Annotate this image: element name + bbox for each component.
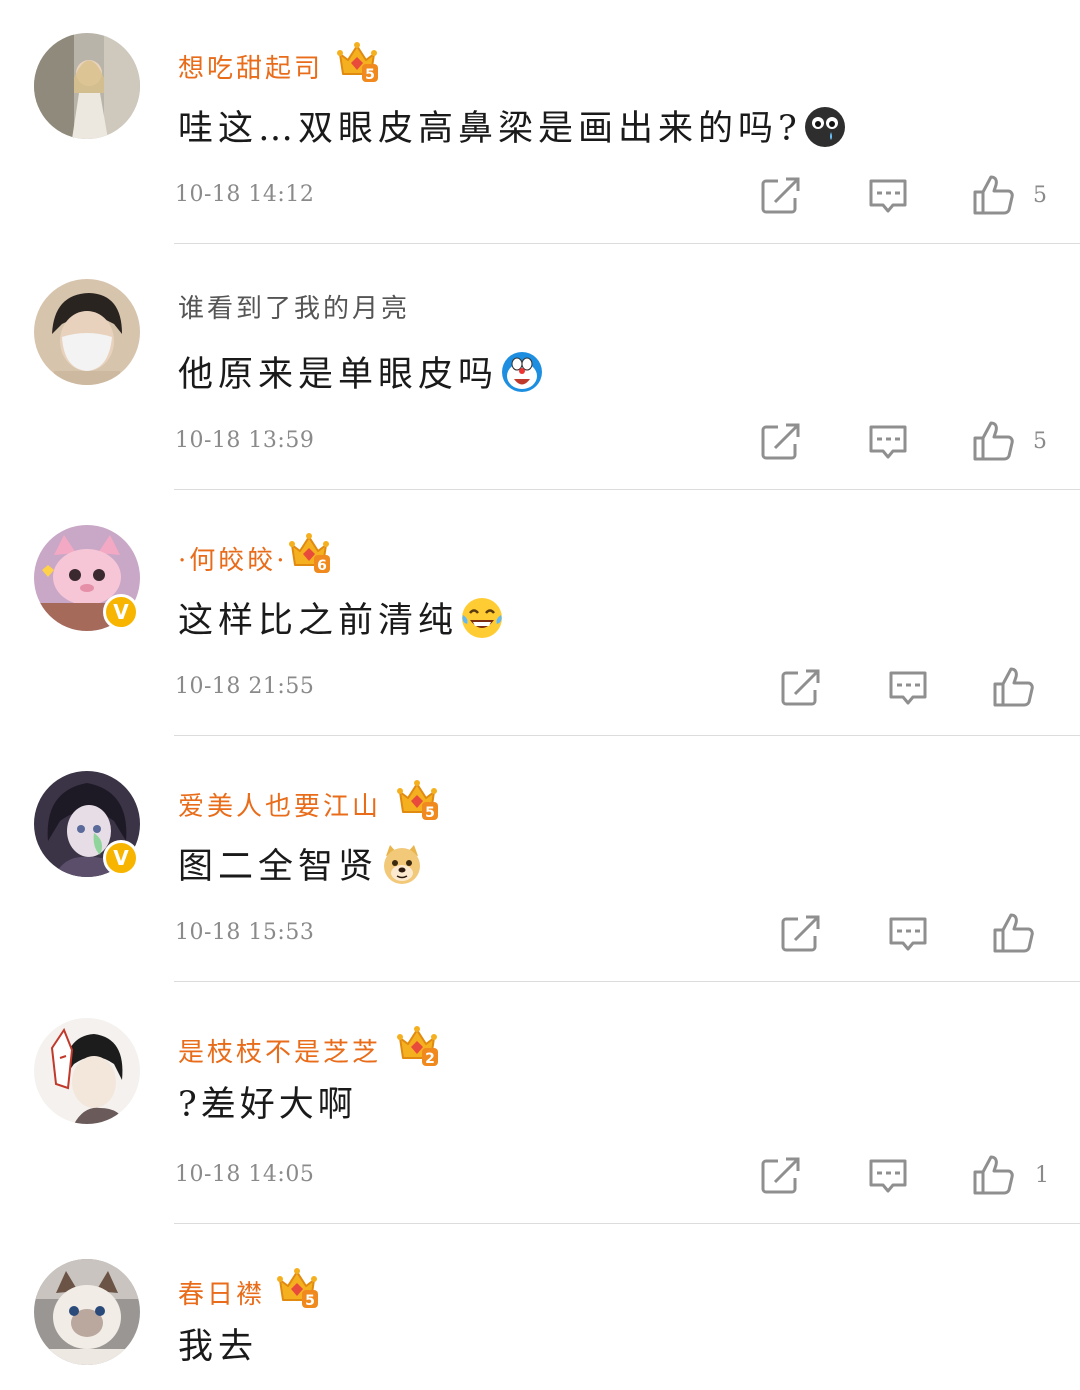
comment-text: 我去: [178, 1318, 258, 1369]
crying-face-emoji: [804, 107, 845, 147]
divider: [174, 1223, 1080, 1224]
comment-text: 图二全智贤: [178, 838, 424, 889]
timestamp: 10-18 14:12: [175, 182, 315, 207]
comment-text-content: 我去: [178, 1327, 259, 1367]
repost-icon[interactable]: [759, 1154, 803, 1198]
repost-icon[interactable]: [779, 666, 823, 710]
username[interactable]: 是枝枝不是芝芝: [178, 1032, 381, 1069]
comment-text: 哇这…双眼皮高鼻梁是画出来的吗?: [178, 100, 846, 151]
verified-badge-icon: V: [103, 840, 139, 876]
comment-text-content: ?差好大啊: [178, 1085, 357, 1125]
crown-badge-icon[interactable]: 5: [394, 776, 440, 822]
divider: [174, 243, 1080, 244]
comment-text: 他原来是单眼皮吗: [178, 346, 544, 397]
avatar[interactable]: [34, 33, 140, 139]
laughing-tears-emoji: [462, 598, 503, 638]
comment-icon[interactable]: [866, 1154, 910, 1198]
timestamp: 10-18 15:53: [175, 920, 315, 945]
comment-text-content: 他原来是单眼皮吗: [178, 355, 499, 395]
timestamp: 10-18 14:05: [175, 1162, 315, 1187]
comment-text-content: 图二全智贤: [178, 847, 379, 887]
divider: [174, 981, 1080, 982]
comment-icon[interactable]: [886, 912, 930, 956]
comment-text: ?差好大啊: [178, 1076, 357, 1127]
thumbs-up-icon[interactable]: [991, 911, 1035, 955]
timestamp: 10-18 13:59: [175, 428, 315, 453]
comment-icon[interactable]: [866, 174, 910, 218]
crown-badge-icon[interactable]: 2: [394, 1022, 440, 1068]
comment-icon[interactable]: [866, 420, 910, 464]
svg-text:2: 2: [425, 1051, 435, 1067]
divider: [174, 735, 1080, 736]
like-count: 5: [1033, 183, 1047, 208]
like-count: 5: [1033, 429, 1047, 454]
crown-badge-icon[interactable]: 5: [274, 1264, 320, 1310]
thumbs-up-icon[interactable]: [991, 665, 1035, 709]
svg-text:6: 6: [317, 558, 327, 574]
verified-badge-icon: V: [103, 594, 139, 630]
divider: [174, 489, 1080, 490]
username[interactable]: 爱美人也要江山: [178, 786, 381, 823]
svg-text:5: 5: [365, 67, 375, 83]
comment-text: 这样比之前清纯: [178, 592, 504, 643]
repost-icon[interactable]: [759, 420, 803, 464]
username[interactable]: 春日襟: [178, 1274, 265, 1311]
username[interactable]: 想吃甜起司: [178, 48, 323, 85]
username[interactable]: 谁看到了我的月亮: [178, 288, 410, 325]
avatar[interactable]: [34, 279, 140, 385]
avatar[interactable]: [34, 1018, 140, 1124]
repost-icon[interactable]: [779, 912, 823, 956]
timestamp: 10-18 21:55: [175, 674, 315, 699]
like-count: 1: [1035, 1163, 1049, 1188]
crown-badge-icon[interactable]: 6: [286, 529, 332, 575]
repost-icon[interactable]: [759, 174, 803, 218]
doraemon-emoji: [502, 352, 543, 392]
svg-text:5: 5: [425, 805, 435, 821]
comment-text-content: 这样比之前清纯: [178, 601, 459, 641]
thumbs-up-icon[interactable]: [971, 419, 1015, 463]
username[interactable]: ·何皎皎·: [178, 540, 288, 577]
crown-badge-icon[interactable]: 5: [334, 38, 380, 84]
comment-icon[interactable]: [886, 666, 930, 710]
comment-text-content: 哇这…双眼皮高鼻梁是画出来的吗?: [178, 109, 802, 149]
avatar[interactable]: [34, 1259, 140, 1365]
thumbs-up-icon[interactable]: [971, 173, 1015, 217]
doge-emoji: [384, 845, 421, 884]
thumbs-up-icon[interactable]: [971, 1153, 1015, 1197]
svg-text:5: 5: [305, 1293, 315, 1309]
